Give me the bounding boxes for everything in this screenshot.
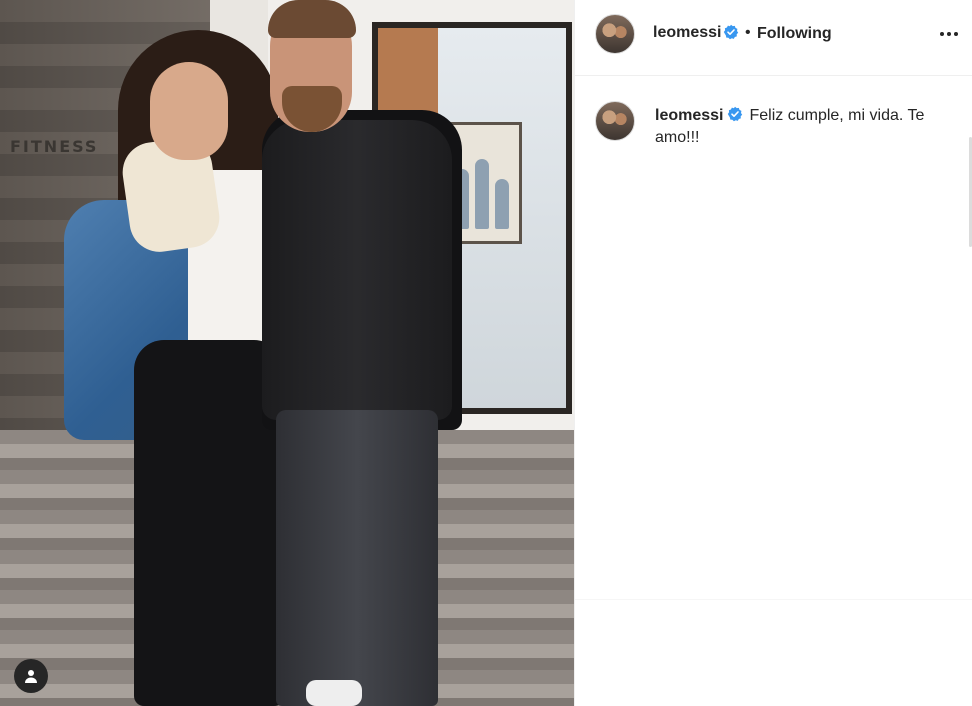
more-options-button[interactable] xyxy=(935,22,963,46)
post-details-panel: leomessi • Following leomessi Feliz cump… xyxy=(574,0,972,706)
following-button[interactable]: Following xyxy=(757,25,832,43)
caption-avatar[interactable] xyxy=(595,101,635,141)
post-photo[interactable]: FITNESS xyxy=(0,0,574,706)
comments-area: leomessi Feliz cumple, mi vida. Te amo!!… xyxy=(575,77,972,706)
man-puffer-vest xyxy=(262,120,452,420)
separator-dot: • xyxy=(745,24,751,41)
divider xyxy=(575,599,972,600)
woman-face xyxy=(150,62,228,160)
user-tag-button[interactable] xyxy=(14,659,48,693)
more-options-icon xyxy=(940,32,944,36)
verified-badge-icon xyxy=(728,106,743,122)
caption-username[interactable]: leomessi xyxy=(655,107,723,124)
man-hair xyxy=(268,0,356,38)
photo-scene: FITNESS xyxy=(0,0,574,706)
verified-badge-icon xyxy=(723,24,739,40)
more-options-dot xyxy=(947,32,951,36)
more-options-dot xyxy=(954,32,958,36)
man-shoe xyxy=(306,680,362,706)
post-header: leomessi • Following xyxy=(575,0,972,76)
man-jeans xyxy=(276,410,438,706)
author-username[interactable]: leomessi xyxy=(653,24,721,42)
avatar[interactable] xyxy=(595,14,635,54)
user-tag-icon xyxy=(25,670,37,683)
fitness-sign: FITNESS xyxy=(10,137,99,156)
caption: leomessi Feliz cumple, mi vida. Te amo!!… xyxy=(655,105,945,149)
